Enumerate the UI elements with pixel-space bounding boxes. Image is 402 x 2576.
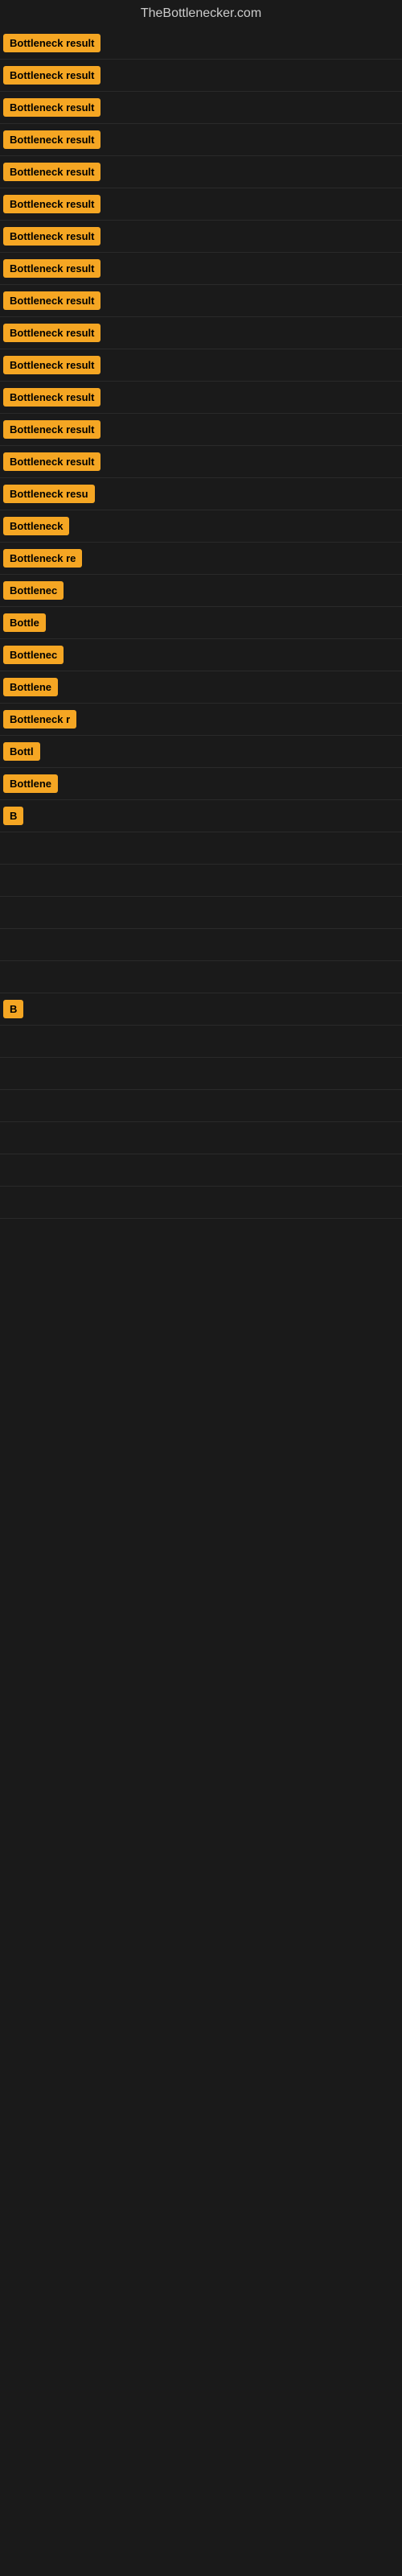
bottleneck-badge[interactable]: Bottleneck resu — [3, 485, 95, 503]
result-row: Bottleneck result — [0, 188, 402, 221]
result-row: Bottleneck result — [0, 27, 402, 60]
result-row: Bottleneck result — [0, 317, 402, 349]
bottleneck-badge[interactable]: Bottleneck result — [3, 34, 100, 52]
bottleneck-badge[interactable]: Bottleneck result — [3, 130, 100, 149]
bottleneck-badge[interactable]: Bottleneck result — [3, 98, 100, 117]
result-row — [0, 897, 402, 929]
result-row: B — [0, 993, 402, 1026]
bottleneck-badge[interactable]: Bottleneck result — [3, 291, 100, 310]
result-row: Bottleneck result — [0, 221, 402, 253]
result-row: Bottleneck result — [0, 92, 402, 124]
result-row: Bottl — [0, 736, 402, 768]
bottleneck-badge[interactable]: Bottleneck result — [3, 388, 100, 407]
bottleneck-badge[interactable]: Bottleneck result — [3, 356, 100, 374]
result-row — [0, 1090, 402, 1122]
result-row — [0, 1154, 402, 1187]
result-row: Bottleneck result — [0, 124, 402, 156]
bottleneck-badge[interactable]: Bottleneck result — [3, 227, 100, 246]
result-row: Bottlene — [0, 768, 402, 800]
bottleneck-badge[interactable]: Bottleneck — [3, 517, 69, 535]
result-row: Bottleneck result — [0, 285, 402, 317]
bottleneck-badge[interactable]: Bottle — [3, 613, 46, 632]
bottleneck-badge[interactable]: Bottleneck result — [3, 163, 100, 181]
result-row: Bottleneck — [0, 510, 402, 543]
result-row: Bottleneck result — [0, 60, 402, 92]
bottleneck-badge[interactable]: Bottlenec — [3, 581, 64, 600]
result-row: Bottleneck result — [0, 414, 402, 446]
bottleneck-badge[interactable]: Bottleneck re — [3, 549, 82, 568]
result-row — [0, 865, 402, 897]
result-row: Bottleneck resu — [0, 478, 402, 510]
bottleneck-badge[interactable]: Bottl — [3, 742, 40, 761]
result-row: Bottleneck result — [0, 253, 402, 285]
result-row: Bottleneck result — [0, 382, 402, 414]
bottleneck-badge[interactable]: B — [3, 1000, 23, 1018]
bottleneck-badge[interactable]: Bottleneck result — [3, 66, 100, 85]
result-row: B — [0, 800, 402, 832]
bottleneck-badge[interactable]: Bottleneck r — [3, 710, 76, 729]
bottleneck-badge[interactable]: B — [3, 807, 23, 825]
bottleneck-badge[interactable]: Bottlene — [3, 678, 58, 696]
bottleneck-badge[interactable]: Bottlenec — [3, 646, 64, 664]
result-row: Bottlene — [0, 671, 402, 704]
result-row: Bottleneck r — [0, 704, 402, 736]
result-row: Bottlenec — [0, 575, 402, 607]
result-row — [0, 1026, 402, 1058]
bottleneck-badge[interactable]: Bottlene — [3, 774, 58, 793]
bottleneck-badge[interactable]: Bottleneck result — [3, 324, 100, 342]
result-row: Bottleneck result — [0, 349, 402, 382]
result-row — [0, 961, 402, 993]
result-row — [0, 832, 402, 865]
bottleneck-badge[interactable]: Bottleneck result — [3, 195, 100, 213]
bottleneck-badge[interactable]: Bottleneck result — [3, 452, 100, 471]
result-row — [0, 1122, 402, 1154]
result-row — [0, 929, 402, 961]
result-row: Bottleneck re — [0, 543, 402, 575]
bottleneck-badge[interactable]: Bottleneck result — [3, 259, 100, 278]
result-row: Bottlenec — [0, 639, 402, 671]
result-row: Bottleneck result — [0, 446, 402, 478]
result-row: Bottleneck result — [0, 156, 402, 188]
bottleneck-badge[interactable]: Bottleneck result — [3, 420, 100, 439]
result-row — [0, 1058, 402, 1090]
site-title: TheBottlenecker.com — [0, 0, 402, 27]
result-row — [0, 1187, 402, 1219]
result-row: Bottle — [0, 607, 402, 639]
